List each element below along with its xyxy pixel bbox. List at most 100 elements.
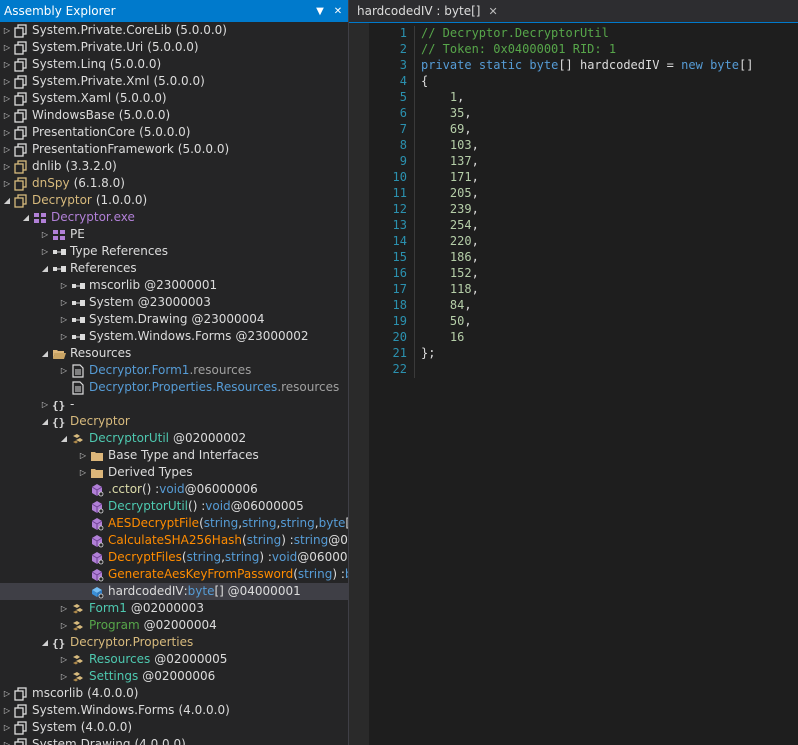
- tree-item[interactable]: ▷ PresentationCore (5.0.0.0): [0, 124, 348, 141]
- code-line[interactable]: 84,: [421, 297, 797, 313]
- expand-arrow-icon[interactable]: ▷: [2, 685, 12, 702]
- code-line[interactable]: 118,: [421, 281, 797, 297]
- expand-arrow-icon[interactable]: ▷: [40, 243, 50, 260]
- collapse-arrow-icon[interactable]: ◢: [40, 345, 50, 362]
- code-line[interactable]: 137,: [421, 153, 797, 169]
- editor-tab[interactable]: hardcodedIV : byte[] ✕: [351, 0, 504, 22]
- code-line[interactable]: private static byte[] hardcodedIV = new …: [421, 57, 797, 73]
- tree-item[interactable]: ▷ mscorlib (4.0.0.0): [0, 685, 348, 702]
- code-content[interactable]: // Decryptor.DecryptorUtil // Token: 0x04…: [421, 25, 797, 377]
- tree-item[interactable]: ▷ Derived Types: [0, 464, 348, 481]
- tree-item[interactable]: DecryptorUtil() : void @06000005: [0, 498, 348, 515]
- expand-arrow-icon[interactable]: ▷: [59, 362, 69, 379]
- expand-arrow-icon[interactable]: ▷: [59, 651, 69, 668]
- collapse-arrow-icon[interactable]: ◢: [40, 260, 50, 277]
- tree-item[interactable]: .cctor() : void @06000006: [0, 481, 348, 498]
- tree-item[interactable]: ◢ Decryptor (1.0.0.0): [0, 192, 348, 209]
- tree-item[interactable]: ◢ DecryptorUtil @02000002: [0, 430, 348, 447]
- tree-item[interactable]: ▷ System.Drawing @23000004: [0, 311, 348, 328]
- tree-item[interactable]: ◢{} Decryptor.Properties: [0, 634, 348, 651]
- tree-item[interactable]: ◢ Decryptor.exe: [0, 209, 348, 226]
- expand-arrow-icon[interactable]: ▷: [40, 226, 50, 243]
- expand-arrow-icon[interactable]: ▷: [2, 702, 12, 719]
- code-line[interactable]: 152,: [421, 265, 797, 281]
- tree-item[interactable]: hardcodedIV : byte[] @04000001: [0, 583, 348, 600]
- collapse-arrow-icon[interactable]: ◢: [21, 209, 31, 226]
- expand-arrow-icon[interactable]: ▷: [2, 141, 12, 158]
- tree-item[interactable]: ▷ PresentationFramework (5.0.0.0): [0, 141, 348, 158]
- tree-item[interactable]: ▷ System.Private.Xml (5.0.0.0): [0, 73, 348, 90]
- tree-item[interactable]: ▷ Settings @02000006: [0, 668, 348, 685]
- tree-item[interactable]: DecryptFiles(string, string) : void @060…: [0, 549, 348, 566]
- collapse-arrow-icon[interactable]: ◢: [40, 634, 50, 651]
- code-line[interactable]: 103,: [421, 137, 797, 153]
- close-icon[interactable]: ✕: [488, 5, 497, 18]
- code-line[interactable]: 205,: [421, 185, 797, 201]
- code-line[interactable]: // Token: 0x04000001 RID: 1: [421, 41, 797, 57]
- tree-item[interactable]: ▷ System.Drawing (4.0.0.0): [0, 736, 348, 745]
- code-line[interactable]: 1,: [421, 89, 797, 105]
- code-line[interactable]: {: [421, 73, 797, 89]
- tree-item[interactable]: ▷ Resources @02000005: [0, 651, 348, 668]
- chevron-down-icon[interactable]: ▼: [312, 3, 328, 19]
- tree-item[interactable]: ◢ Resources: [0, 345, 348, 362]
- tree-item[interactable]: ▷ mscorlib @23000001: [0, 277, 348, 294]
- collapse-arrow-icon[interactable]: ◢: [59, 430, 69, 447]
- tree-item[interactable]: ▷ System @23000003: [0, 294, 348, 311]
- tree-item[interactable]: ◢{} Decryptor: [0, 413, 348, 430]
- tree-item[interactable]: ▷ System.Windows.Forms (4.0.0.0): [0, 702, 348, 719]
- tree-item[interactable]: AESDecryptFile(string, string, string, b…: [0, 515, 348, 532]
- expand-arrow-icon[interactable]: ▷: [59, 600, 69, 617]
- tree-item[interactable]: GenerateAesKeyFromPassword(string) : byt…: [0, 566, 348, 583]
- tree-item[interactable]: ▷ WindowsBase (5.0.0.0): [0, 107, 348, 124]
- tree-item[interactable]: ▷ System.Private.CoreLib (5.0.0.0): [0, 22, 348, 39]
- expand-arrow-icon[interactable]: ▷: [2, 22, 12, 39]
- code-line[interactable]: 220,: [421, 233, 797, 249]
- expand-arrow-icon[interactable]: ▷: [59, 311, 69, 328]
- expand-arrow-icon[interactable]: ▷: [2, 719, 12, 736]
- tree-item[interactable]: ▷ System.Linq (5.0.0.0): [0, 56, 348, 73]
- code-line[interactable]: 239,: [421, 201, 797, 217]
- code-line[interactable]: 69,: [421, 121, 797, 137]
- code-line[interactable]: 254,: [421, 217, 797, 233]
- expand-arrow-icon[interactable]: ▷: [59, 328, 69, 345]
- expand-arrow-icon[interactable]: ▷: [59, 668, 69, 685]
- code-line[interactable]: [421, 361, 797, 377]
- expand-arrow-icon[interactable]: ▷: [2, 158, 12, 175]
- expand-arrow-icon[interactable]: ▷: [59, 617, 69, 634]
- expand-arrow-icon[interactable]: ▷: [40, 396, 50, 413]
- expand-arrow-icon[interactable]: ▷: [2, 107, 12, 124]
- code-editor[interactable]: 1 2 3 4 5 6 7 8 9 10 11 12 13 14 15 16 17 18 19 20 21 22 // D…: [349, 23, 798, 745]
- tree-item[interactable]: ▷ Program @02000004: [0, 617, 348, 634]
- expand-arrow-icon[interactable]: ▷: [2, 124, 12, 141]
- expand-arrow-icon[interactable]: ▷: [2, 736, 12, 745]
- tree-item[interactable]: ▷ Form1 @02000003: [0, 600, 348, 617]
- code-line[interactable]: 186,: [421, 249, 797, 265]
- close-icon[interactable]: ✕: [330, 3, 346, 19]
- expand-arrow-icon[interactable]: ▷: [2, 175, 12, 192]
- tree-item[interactable]: ▷ PE: [0, 226, 348, 243]
- code-line[interactable]: 35,: [421, 105, 797, 121]
- expand-arrow-icon[interactable]: ▷: [2, 73, 12, 90]
- tree-item[interactable]: ▷ System.Windows.Forms @23000002: [0, 328, 348, 345]
- tree-item[interactable]: ▷ System.Private.Uri (5.0.0.0): [0, 39, 348, 56]
- code-line[interactable]: };: [421, 345, 797, 361]
- expand-arrow-icon[interactable]: ▷: [2, 56, 12, 73]
- tree-item[interactable]: ▷ Type References: [0, 243, 348, 260]
- expand-arrow-icon[interactable]: ▷: [78, 447, 88, 464]
- tree-item[interactable]: ▷ dnlib (3.3.2.0): [0, 158, 348, 175]
- tree-item[interactable]: ▷ System.Xaml (5.0.0.0): [0, 90, 348, 107]
- code-line[interactable]: // Decryptor.DecryptorUtil: [421, 25, 797, 41]
- code-line[interactable]: 16: [421, 329, 797, 345]
- tree-item[interactable]: Decryptor.Properties.Resources .resources: [0, 379, 348, 396]
- collapse-arrow-icon[interactable]: ◢: [40, 413, 50, 430]
- tree-item[interactable]: ▷ Decryptor.Form1 .resources: [0, 362, 348, 379]
- tree-item[interactable]: ▷{} -: [0, 396, 348, 413]
- expand-arrow-icon[interactable]: ▷: [2, 90, 12, 107]
- expand-arrow-icon[interactable]: ▷: [59, 294, 69, 311]
- tree-item[interactable]: ◢ References: [0, 260, 348, 277]
- tree-item[interactable]: ▷ dnSpy (6.1.8.0): [0, 175, 348, 192]
- tree-item[interactable]: CalculateSHA256Hash(string) : string @06…: [0, 532, 348, 549]
- expand-arrow-icon[interactable]: ▷: [59, 277, 69, 294]
- expand-arrow-icon[interactable]: ▷: [2, 39, 12, 56]
